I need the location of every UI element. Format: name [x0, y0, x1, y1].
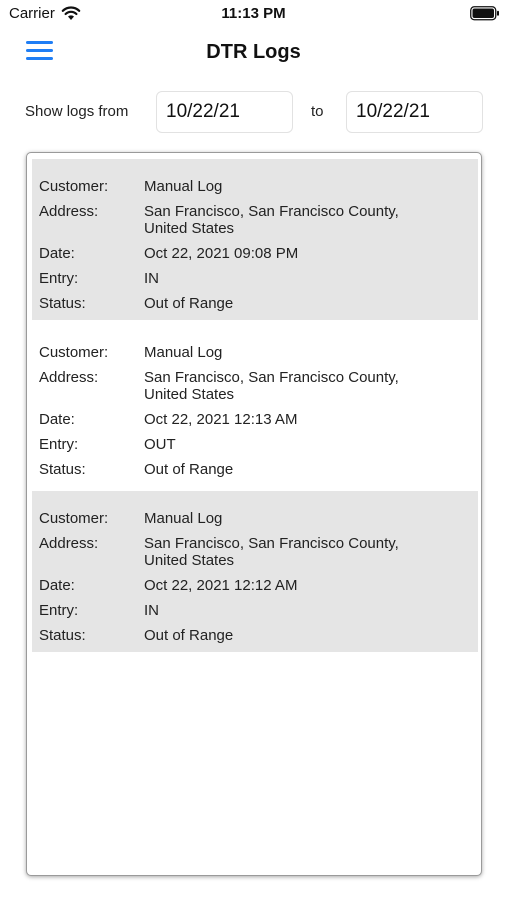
from-date-field[interactable] — [156, 91, 293, 133]
date-filter: Show logs from to — [0, 90, 507, 134]
address-value: San Francisco, San Francisco County, Uni… — [144, 535, 474, 569]
log-card[interactable]: Customer: Manual Log Address: San Franci… — [32, 159, 478, 320]
address-line1: San Francisco, San Francisco County, — [144, 203, 399, 220]
address-label: Address: — [39, 535, 99, 552]
entry-value: IN — [144, 270, 159, 287]
page-title: DTR Logs — [206, 41, 301, 63]
date-label: Date: — [39, 411, 75, 428]
address-label: Address: — [39, 203, 99, 220]
log-card[interactable]: Customer: Manual Log Address: San Franci… — [32, 325, 478, 486]
customer-value: Manual Log — [144, 344, 223, 361]
date-value: Oct 22, 2021 09:08 PM — [144, 245, 299, 262]
to-label: to — [311, 103, 324, 120]
date-value: Oct 22, 2021 12:12 AM — [144, 577, 298, 594]
customer-label: Customer: — [39, 344, 109, 361]
log-card[interactable]: Customer: Manual Log Address: San Franci… — [32, 491, 478, 652]
status-label: Status: — [39, 627, 86, 644]
status-label: Status: — [39, 295, 86, 312]
address-value: San Francisco, San Francisco County, Uni… — [144, 203, 474, 237]
entry-value: IN — [144, 602, 159, 619]
address-value: San Francisco, San Francisco County, Uni… — [144, 369, 474, 403]
entry-label: Entry: — [39, 436, 79, 453]
address-line2: United States — [144, 552, 235, 569]
address-line2: United States — [144, 220, 235, 237]
status-value: Out of Range — [144, 295, 234, 312]
status-value: Out of Range — [144, 627, 234, 644]
customer-label: Customer: — [39, 178, 109, 195]
log-list[interactable]: Customer: Manual Log Address: San Franci… — [26, 152, 482, 876]
entry-value: OUT — [144, 436, 176, 453]
address-line1: San Francisco, San Francisco County, — [144, 535, 399, 552]
status-bar: Carrier 11:13 PM — [0, 0, 507, 28]
navigation-bar: DTR Logs — [0, 28, 507, 78]
status-value: Out of Range — [144, 461, 234, 478]
status-label: Status: — [39, 461, 86, 478]
address-label: Address: — [39, 369, 99, 386]
customer-value: Manual Log — [144, 510, 223, 527]
address-line1: San Francisco, San Francisco County, — [144, 369, 399, 386]
battery-icon — [470, 6, 499, 21]
customer-label: Customer: — [39, 510, 109, 527]
clock-time: 11:13 PM — [221, 5, 286, 22]
filter-label: Show logs from — [25, 103, 129, 120]
to-date-field[interactable] — [346, 91, 483, 133]
customer-value: Manual Log — [144, 178, 223, 195]
date-label: Date: — [39, 245, 75, 262]
entry-label: Entry: — [39, 602, 79, 619]
entry-label: Entry: — [39, 270, 79, 287]
date-label: Date: — [39, 577, 75, 594]
address-line2: United States — [144, 386, 235, 403]
date-value: Oct 22, 2021 12:13 AM — [144, 411, 298, 428]
